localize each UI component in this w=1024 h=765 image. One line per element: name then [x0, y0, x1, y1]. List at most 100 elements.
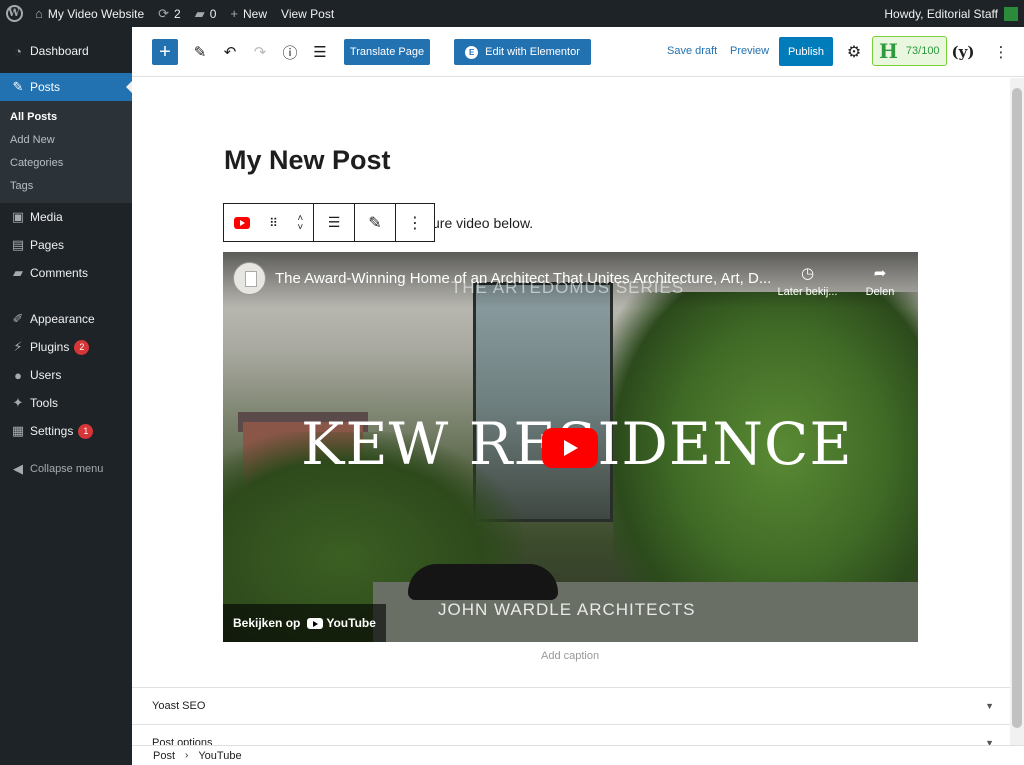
user-icon: ● [14, 367, 22, 383]
translate-page-button[interactable]: Translate Page [344, 39, 430, 65]
youtube-logo: YouTube [307, 616, 376, 630]
chevron-right-icon: › [185, 750, 189, 761]
play-button[interactable] [542, 428, 598, 468]
site-name-link[interactable]: ⌂ My Video Website [28, 0, 151, 27]
breadcrumb-block[interactable]: YouTube [198, 750, 241, 762]
view-post-link[interactable]: View Post [274, 0, 341, 27]
wordpress-logo-menu[interactable]: W [0, 0, 28, 27]
account-menu[interactable]: Howdy, Editorial Staff [884, 6, 1024, 21]
edit-url-button[interactable]: ✎ [355, 204, 396, 241]
sidebar-item-pages[interactable]: ▤ Pages [0, 231, 132, 259]
move-up-down-icon[interactable]: ˄ ˅ [297, 213, 303, 232]
youtube-embed[interactable]: THE ARTEDOMUS SERIES The Award-Winning H… [223, 252, 918, 642]
submenu-tags[interactable]: Tags [0, 174, 132, 197]
drag-handle-icon[interactable]: ⠿ [269, 216, 278, 230]
new-content-link[interactable]: + New [223, 0, 274, 27]
sidebar-item-dashboard[interactable]: ◔ Dashboard [0, 37, 132, 65]
submenu-categories[interactable]: Categories [0, 151, 132, 174]
sidebar-item-comments[interactable]: ▰ Comments [0, 259, 132, 287]
editor-header: + ✎ ↶ ↷ ⓘ ☰ Translate Page E Edit with E… [132, 27, 1024, 77]
channel-avatar[interactable] [233, 262, 266, 295]
details-button[interactable]: ⓘ [279, 41, 301, 63]
yoast-panel-title: Yoast SEO [152, 700, 206, 712]
pin-icon: ✎ [12, 79, 24, 94]
translate-label: Translate Page [349, 46, 425, 58]
post-title[interactable]: My New Post [224, 145, 391, 176]
clock-icon: ◷ [800, 265, 815, 282]
yoast-seo-panel[interactable]: Yoast SEO ▼ [132, 687, 1010, 724]
undo-button[interactable]: ↶ [219, 41, 241, 63]
sidebar-item-media[interactable]: ▣ Media [0, 203, 132, 231]
save-draft-button[interactable]: Save draft [667, 45, 717, 57]
sidebar-item-label: Comments [30, 266, 89, 280]
watch-later-button[interactable]: ◷ Later bekij... [775, 264, 840, 298]
list-view-button[interactable]: ☰ [309, 41, 331, 63]
sidebar-item-tools[interactable]: ✦ Tools [0, 389, 132, 417]
updates-count: 2 [174, 6, 181, 21]
sidebar-item-settings[interactable]: ▦ Settings 1 [0, 417, 132, 445]
align-icon: ☰ [327, 214, 341, 230]
watch-on-label: Bekijken op [233, 616, 301, 630]
elementor-label: Edit with Elementor [485, 46, 580, 58]
updates-link[interactable]: ⟳ 2 [151, 0, 188, 27]
sidebar-item-plugins[interactable]: ⚡ Plugins 2 [0, 333, 132, 361]
breadcrumb-post[interactable]: Post [153, 750, 175, 762]
home-icon: ⌂ [35, 6, 43, 21]
video-architects-text: JOHN WARDLE ARCHITECTS [438, 600, 696, 619]
wrench-icon: ✦ [12, 395, 24, 410]
block-options-button[interactable]: ⋮ [396, 204, 434, 241]
youtube-icon [307, 617, 324, 629]
share-icon: ➦ [873, 265, 887, 282]
plus-icon: + [159, 41, 171, 63]
publish-button[interactable]: Publish [779, 37, 833, 66]
list-view-icon: ☰ [313, 44, 327, 61]
pages-icon: ▤ [11, 237, 25, 252]
submenu-all-posts[interactable]: All Posts [0, 105, 132, 128]
options-button[interactable]: ⋮ [990, 41, 1012, 63]
comments-count: 0 [209, 6, 217, 21]
youtube-block-icon[interactable] [233, 216, 250, 229]
edit-with-elementor-button[interactable]: E Edit with Elementor [454, 39, 591, 65]
yoast-icon: (y) [951, 43, 975, 61]
comments-link[interactable]: ▰ 0 [188, 0, 224, 27]
block-toolbar: ⠿ ˄ ˅ ☰ ✎ ⋮ [223, 203, 435, 242]
sidebar-item-appearance[interactable]: ✐ Appearance [0, 305, 132, 333]
redo-button[interactable]: ↷ [249, 41, 271, 63]
elementor-icon: E [465, 45, 479, 59]
tools-button[interactable]: ✎ [189, 41, 211, 63]
share-button[interactable]: ➦ Delen [861, 264, 899, 298]
share-label: Delen [865, 286, 895, 298]
undo-icon: ↶ [223, 44, 237, 61]
howdy-text: Howdy, Editorial Staff [884, 6, 998, 21]
dashboard-icon: ◔ [14, 43, 22, 59]
caption-field[interactable]: Add caption [541, 650, 599, 662]
settings-badge: 1 [78, 423, 94, 439]
score-letter: H [879, 39, 898, 63]
collapse-menu-button[interactable]: ◀ Collapse menu [0, 455, 132, 483]
sidebar-item-label: Users [30, 368, 62, 382]
sidebar-item-label: Posts [30, 80, 61, 94]
hemingway-score-button[interactable]: H 73/100 [872, 36, 947, 66]
posts-submenu: All Posts Add New Categories Tags [0, 101, 132, 203]
plug-icon: ⚡ [13, 339, 23, 354]
video-car [408, 564, 558, 600]
settings-button[interactable]: ⚙ [843, 41, 865, 63]
preview-button[interactable]: Preview [730, 45, 769, 57]
yoast-button[interactable]: (y) [951, 41, 975, 63]
sidebar-item-users[interactable]: ● Users [0, 361, 132, 389]
block-inserter-button[interactable]: + [152, 39, 178, 65]
pencil-icon: ✎ [368, 214, 382, 232]
scrollbar-thumb[interactable] [1012, 88, 1022, 728]
submenu-add-new[interactable]: Add New [0, 128, 132, 151]
settings-icon: ▦ [11, 423, 25, 438]
sidebar-item-label: Pages [30, 238, 65, 252]
video-title[interactable]: The Award-Winning Home of an Architect T… [275, 270, 775, 287]
avatar [1004, 6, 1018, 21]
align-button[interactable]: ☰ [314, 204, 355, 241]
canvas-scrollbar[interactable] [1010, 78, 1024, 746]
watch-on-youtube-button[interactable]: Bekijken op YouTube [223, 604, 386, 642]
sidebar-item-posts[interactable]: ✎ Posts [0, 73, 132, 101]
sidebar-item-label: Tools [30, 396, 59, 410]
sidebar-item-label: Dashboard [30, 44, 89, 58]
kebab-menu-icon: ⋮ [993, 44, 1009, 61]
